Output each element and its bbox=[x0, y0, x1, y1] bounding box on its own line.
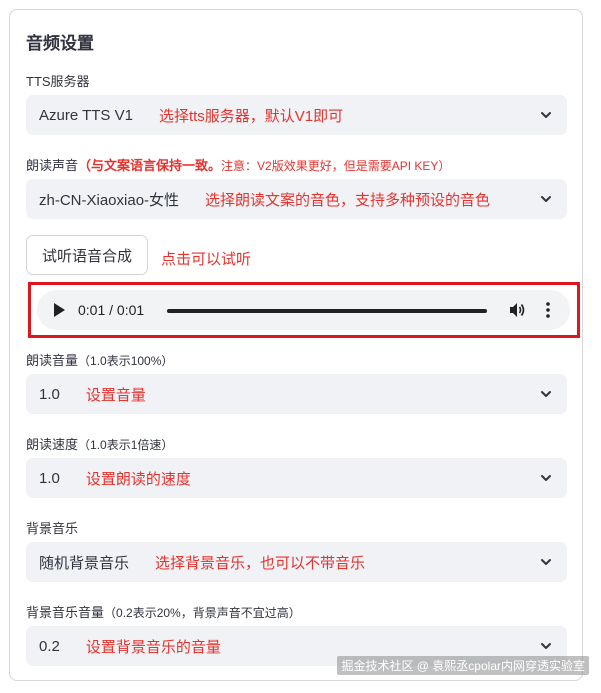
volume-icon[interactable] bbox=[508, 301, 526, 319]
chevron-down-icon bbox=[541, 112, 551, 118]
chevron-down-icon bbox=[541, 643, 551, 649]
audio-progress-bar[interactable] bbox=[167, 309, 487, 313]
audio-player-highlight: 0:01 / 0:01 bbox=[28, 282, 580, 338]
voice-label: 朗读声音（与文案语言保持一致。注意：V2版效果更好，但是需要API KEY） bbox=[26, 158, 451, 173]
bgm-value: 随机背景音乐 bbox=[39, 554, 130, 572]
volume-label: 朗读音量（1.0表示100%） bbox=[26, 353, 174, 368]
audio-settings-card: 音频设置 TTS服务器 Azure TTS V1 选择tts服务器，默认V1即可… bbox=[9, 9, 583, 681]
voice-value: zh-CN-Xiaoxiao-女性 bbox=[39, 191, 180, 209]
preview-note: 点击可以试听 bbox=[161, 251, 252, 268]
section-title: 音频设置 bbox=[26, 34, 94, 53]
voice-select[interactable]: zh-CN-Xiaoxiao-女性 选择朗读文案的音色，支持多种预设的音色 bbox=[26, 179, 567, 219]
more-options-icon[interactable] bbox=[545, 301, 551, 319]
tts-server-note: 选择tts服务器，默认V1即可 bbox=[158, 107, 344, 125]
volume-value: 1.0 bbox=[39, 385, 60, 403]
speed-note: 设置朗读的速度 bbox=[85, 470, 191, 488]
chevron-down-icon bbox=[541, 475, 551, 481]
chevron-down-icon bbox=[541, 559, 551, 565]
speed-select[interactable]: 1.0 设置朗读的速度 bbox=[26, 458, 567, 498]
bgm-select[interactable]: 随机背景音乐 选择背景音乐，也可以不带音乐 bbox=[26, 542, 567, 582]
chevron-down-icon bbox=[541, 196, 551, 202]
audio-time: 0:01 / 0:01 bbox=[78, 302, 145, 318]
preview-tts-button[interactable]: 试听语音合成 bbox=[26, 235, 148, 275]
bgm-volume-label: 背景音乐音量（0.2表示20%，背景声音不宜过高） bbox=[26, 605, 301, 620]
volume-note: 设置音量 bbox=[85, 386, 146, 404]
tts-server-value: Azure TTS V1 bbox=[39, 106, 133, 124]
bgm-volume-note: 设置背景音乐的音量 bbox=[85, 638, 221, 656]
tts-server-label: TTS服务器 bbox=[26, 74, 90, 89]
watermark: 掘金技术社区 @ 袁熙丞cpolar内网穿透实验室 bbox=[337, 656, 589, 675]
speed-value: 1.0 bbox=[39, 469, 60, 487]
chevron-down-icon bbox=[541, 391, 551, 397]
tts-server-select[interactable]: Azure TTS V1 选择tts服务器，默认V1即可 bbox=[26, 95, 567, 135]
speed-label: 朗读速度（1.0表示1倍速） bbox=[26, 437, 174, 452]
voice-note: 选择朗读文案的音色，支持多种预设的音色 bbox=[205, 191, 491, 209]
bgm-volume-value: 0.2 bbox=[39, 637, 60, 655]
play-icon[interactable] bbox=[53, 303, 65, 317]
audio-player[interactable]: 0:01 / 0:01 bbox=[37, 290, 570, 330]
bgm-note: 选择背景音乐，也可以不带音乐 bbox=[155, 554, 366, 572]
volume-select[interactable]: 1.0 设置音量 bbox=[26, 374, 567, 414]
bgm-label: 背景音乐 bbox=[26, 521, 79, 536]
